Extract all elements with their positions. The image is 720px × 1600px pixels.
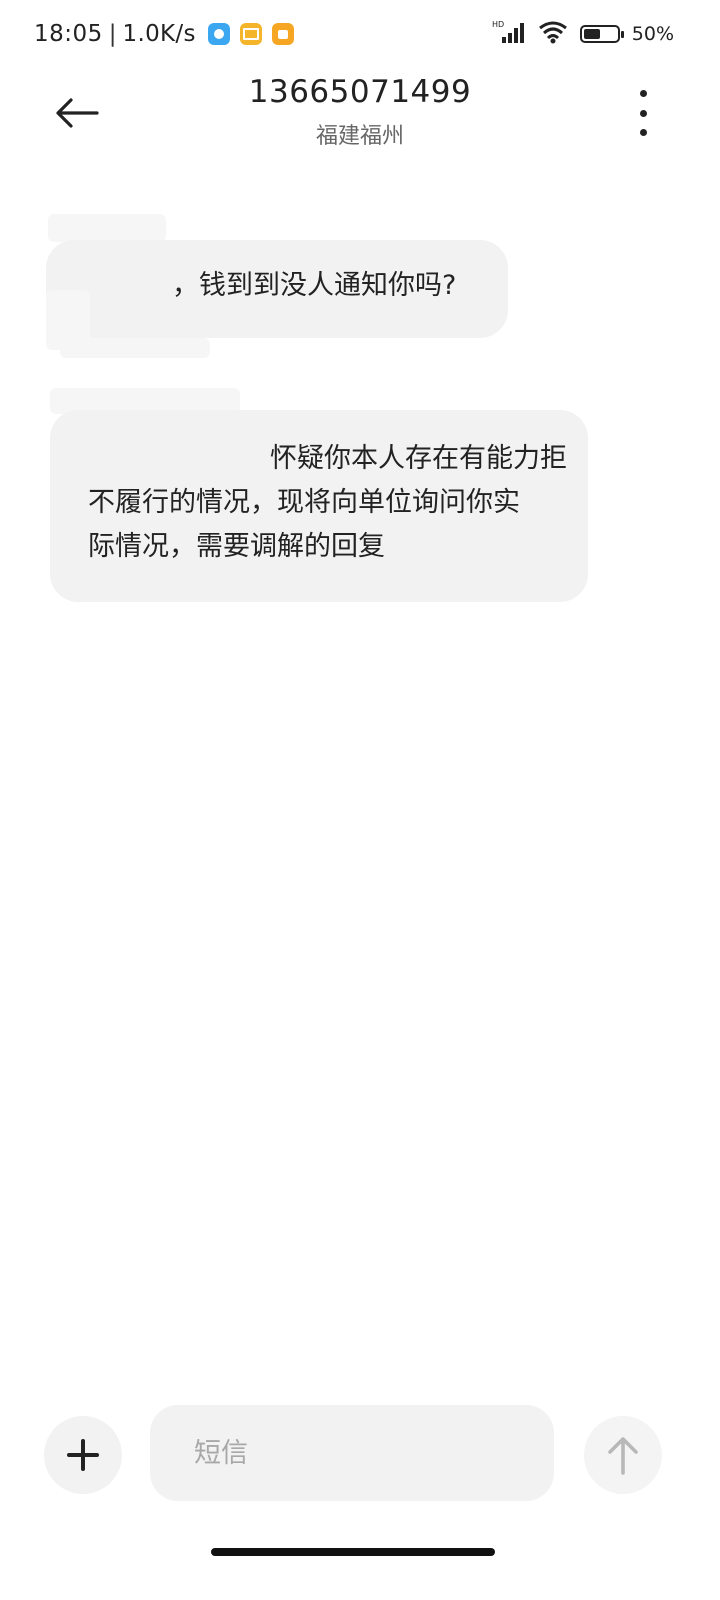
message-bubble[interactable]: 怀疑你本人存在有能力拒 不履行的情况，现将向单位询问你实 际情况，需要调解的回复 <box>50 410 588 602</box>
qq-browser-icon <box>207 23 230 45</box>
send-button[interactable] <box>584 1416 662 1494</box>
more-options-button[interactable] <box>628 90 658 136</box>
status-left: 18:05 | 1.0K/s <box>34 18 294 50</box>
more-dot-icon <box>639 129 647 136</box>
message-input[interactable] <box>150 1405 554 1501</box>
messaging-screen: 18:05 | 1.0K/s HD 50% 13665071499 福建福州 ，… <box>0 0 720 1600</box>
message-text-line: 怀疑你本人存在有能力拒 <box>270 443 567 474</box>
message-text-line: 际情况，需要调解的回复 <box>88 531 385 562</box>
conversation-header: 13665071499 福建福州 <box>0 68 720 158</box>
mail-icon <box>239 23 262 45</box>
status-bar: 18:05 | 1.0K/s HD 50% <box>0 0 720 68</box>
status-time: 18:05 <box>34 21 103 47</box>
notes-icon <box>271 23 294 45</box>
signal-icon: HD <box>492 19 526 50</box>
battery-icon <box>579 25 624 43</box>
add-attachment-button[interactable] <box>44 1416 122 1494</box>
more-dot-icon <box>639 90 647 97</box>
contact-number: 13665071499 <box>248 74 472 110</box>
message-bubble[interactable]: ，钱到到没人通知你吗? <box>46 240 508 338</box>
redacted-area <box>60 338 210 358</box>
wifi-icon <box>538 20 568 49</box>
send-arrow-icon <box>608 1437 638 1475</box>
network-speed: 1.0K/s <box>122 21 196 47</box>
message-text-line: 不履行的情况，现将向单位询问你实 <box>88 487 520 518</box>
notification-icons <box>207 23 294 45</box>
status-right: HD 50% <box>492 18 674 50</box>
battery-level <box>583 29 600 39</box>
redacted-area <box>48 214 166 242</box>
plus-icon <box>67 1439 99 1471</box>
message-text: ，钱到到没人通知你吗? <box>172 270 457 301</box>
status-separator: | <box>108 21 117 47</box>
more-dot-icon <box>639 109 647 117</box>
contact-location: 福建福州 <box>315 124 404 149</box>
home-indicator[interactable] <box>211 1548 495 1556</box>
battery-percent: 50% <box>631 23 674 45</box>
hd-label: HD <box>492 20 504 29</box>
